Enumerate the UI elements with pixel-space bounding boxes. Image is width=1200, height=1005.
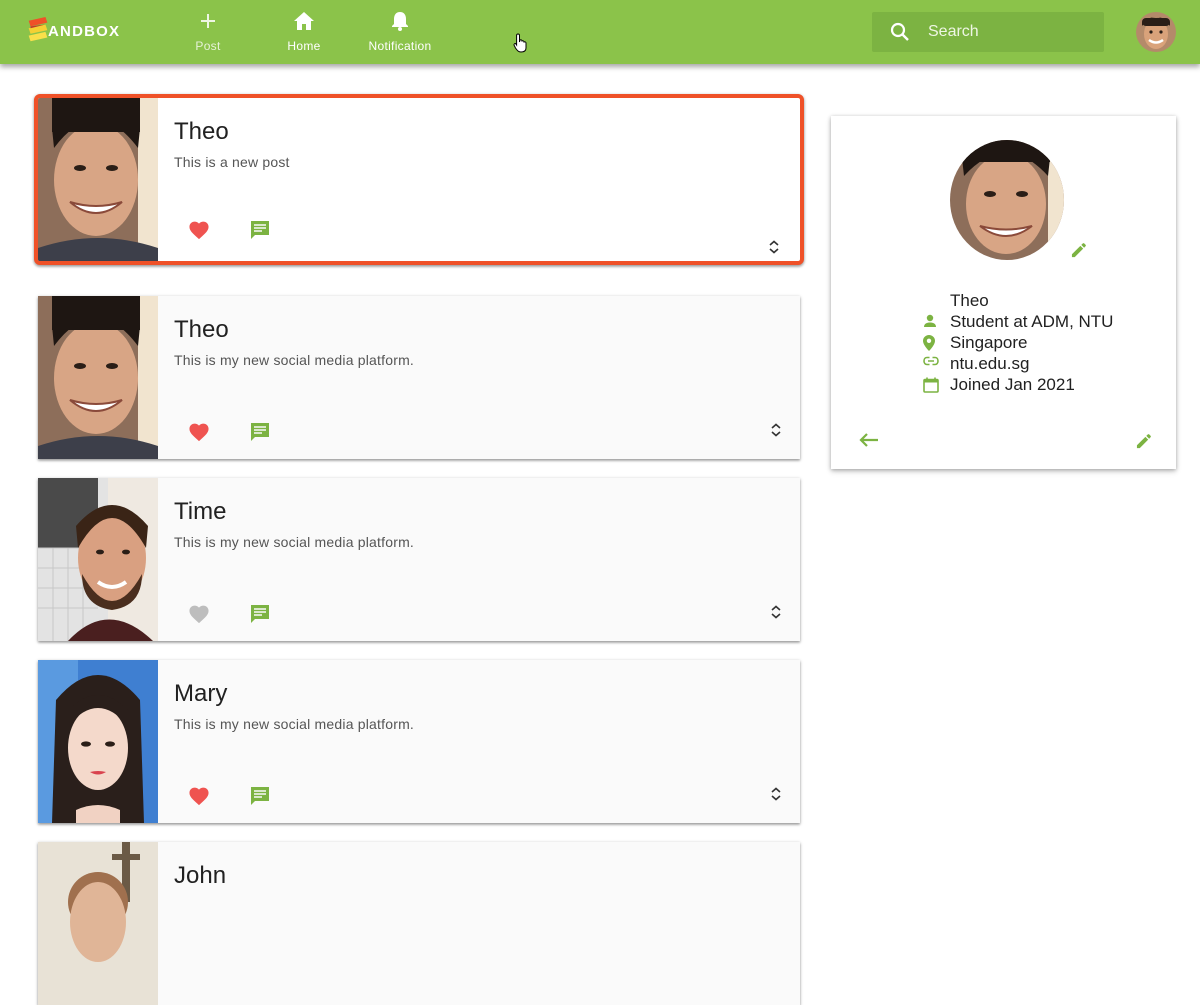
profile-name[interactable]: Theo [950,290,989,311]
heart-icon[interactable] [188,604,210,629]
profile-photo[interactable] [950,140,1064,260]
post-author-photo [38,842,158,1005]
profile-bio-row: Student at ADM, NTU [923,311,1123,332]
heart-icon[interactable] [188,422,210,447]
post-author-name[interactable]: Time [174,498,784,526]
post-author-name[interactable]: Theo [174,118,784,146]
post-text: This is my new social media platform. [174,716,415,732]
nav-post-label: Post [195,39,221,53]
bell-icon [391,8,409,34]
heart-icon[interactable] [188,220,210,245]
heart-icon[interactable] [188,786,210,811]
post-author-photo [38,296,158,459]
expand-icon[interactable] [770,605,782,624]
post-author-name[interactable]: Mary [174,680,784,708]
post-text: This is a new post [174,154,290,170]
post-card[interactable]: Theo This is a new post [34,94,804,265]
comment-icon[interactable] [249,219,271,246]
profile-location-row: Singapore [923,332,1123,353]
sandbox-logo-icon [28,17,48,42]
expand-icon[interactable] [768,240,780,259]
expand-icon[interactable] [770,787,782,806]
comment-icon[interactable] [249,421,271,448]
post-card[interactable]: Time This is my new social media platfor… [38,478,800,641]
profile-website-row: ntu.edu.sg [923,353,1123,374]
nav-post-button[interactable]: Post [163,8,253,58]
app-logo[interactable]: ANDBOX [26,16,120,46]
logo-text: ANDBOX [48,22,121,40]
nav-notification-label: Notification [368,39,432,53]
profile-name-row: Theo [923,290,1123,311]
post-body: Mary This is my new social media platfor… [158,660,800,823]
edit-profile-pencil-icon[interactable] [1136,434,1151,454]
search-input[interactable] [928,23,1088,41]
calendar-icon [923,374,950,393]
plus-icon [199,8,217,34]
profile-card: Theo Student at ADM, NTU Singapore ntu.e… [831,116,1176,469]
comment-icon[interactable] [249,785,271,812]
edit-photo-pencil-icon[interactable] [1071,243,1086,263]
profile-location: Singapore [950,333,1028,352]
nav-notification-button[interactable]: Notification [355,8,445,58]
post-text: This is my new social media platform. [174,534,415,550]
expand-icon[interactable] [770,423,782,442]
back-arrow-icon[interactable] [859,432,879,453]
post-author-photo [38,98,158,261]
profile-website-link[interactable]: ntu.edu.sg [950,353,1029,374]
search-bar[interactable] [872,12,1104,52]
post-text: This is my new social media platform. [174,352,415,368]
post-author-photo [38,660,158,823]
post-author-name[interactable]: Theo [174,316,784,344]
user-avatar[interactable] [1136,12,1176,52]
search-icon [890,22,910,42]
avatar-photo [1136,12,1176,52]
post-author-name[interactable]: John [174,862,784,890]
post-author-photo [38,478,158,641]
profile-details: Theo Student at ADM, NTU Singapore ntu.e… [923,290,1123,395]
location-pin-icon [923,332,950,351]
post-body: John [158,842,800,1005]
post-card[interactable]: Mary This is my new social media platfor… [38,660,800,823]
post-body: Theo This is a new post [158,98,800,261]
hand-cursor-icon [513,33,529,58]
post-body: Theo This is my new social media platfor… [158,296,800,459]
app-bar: ANDBOX Post Home Notification [0,0,1200,64]
home-icon [293,8,315,34]
nav-home-button[interactable]: Home [259,8,349,58]
link-icon [923,353,950,366]
profile-joined-row: Joined Jan 2021 [923,374,1123,395]
post-card[interactable]: John [38,842,800,1005]
profile-joined: Joined Jan 2021 [950,375,1075,394]
post-card[interactable]: Theo This is my new social media platfor… [38,296,800,459]
person-icon [923,311,950,328]
nav-home-label: Home [287,39,321,53]
post-body: Time This is my new social media platfor… [158,478,800,641]
profile-bio: Student at ADM, NTU [950,312,1114,331]
comment-icon[interactable] [249,603,271,630]
